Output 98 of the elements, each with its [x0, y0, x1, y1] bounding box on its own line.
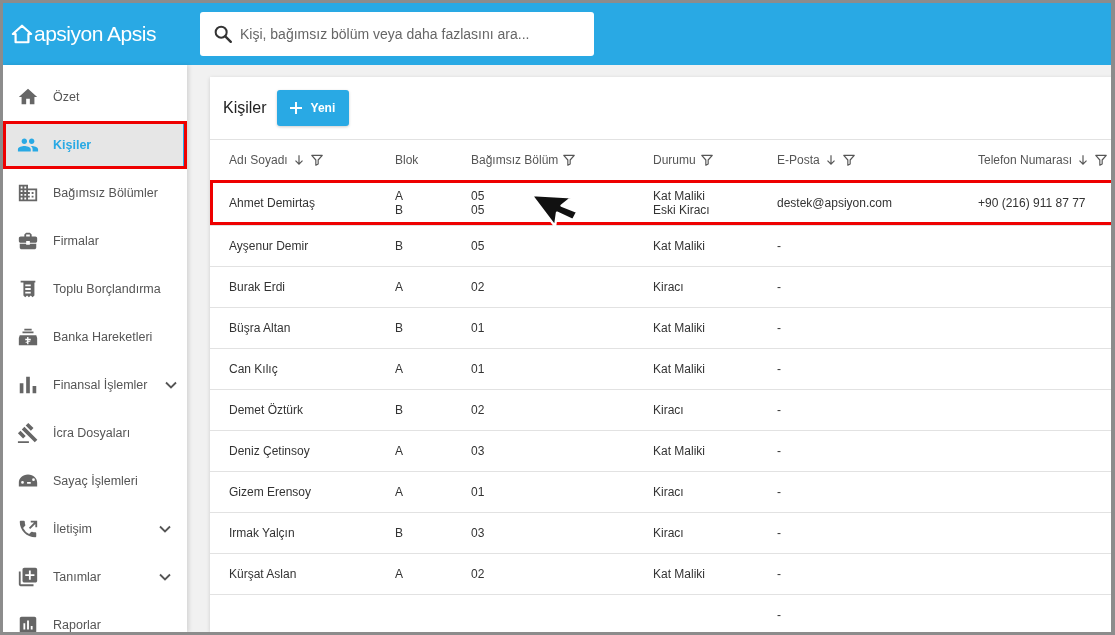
table-cell: Burak Erdi [229, 280, 286, 294]
table-cell: A [395, 485, 403, 499]
table-cell: 02 [471, 403, 485, 417]
table-cell: Ayşenur Demir [229, 239, 309, 253]
search-icon [212, 23, 234, 45]
column-header[interactable]: E-Posta [777, 153, 820, 167]
sidebar-item[interactable]: Sayaç İşlemleri [3, 457, 187, 505]
table-row[interactable]: Ahmet Demirtaş A B 05 05 Kat Maliki Eski Kiracı destek@apsiyon.com +90 (216) 911 87 77 [210, 180, 1111, 225]
coin-stack-icon [17, 326, 39, 348]
page-title: Kişiler [223, 99, 267, 117]
table-row[interactable]: Büşra Altan B 01 Kat Maliki - [210, 307, 1111, 348]
table-cell: - [777, 444, 781, 458]
bar-chart-icon [17, 374, 39, 396]
column-header[interactable]: Telefon Numarası [978, 153, 1073, 167]
filter-icon[interactable] [562, 153, 577, 167]
sidebar-item[interactable]: Bağımsız Bölümler [3, 169, 187, 217]
sidebar-item[interactable]: Tanımlar [3, 553, 187, 601]
filter-icon[interactable] [1094, 153, 1109, 167]
table-cell: Gizem Erensoy [229, 485, 312, 499]
column-header[interactable]: Bağımsız Bölüm [471, 153, 559, 167]
table-cell: 05 [471, 239, 485, 253]
building-icon [17, 182, 39, 204]
table-cell: Kat Maliki Eski Kiracı [653, 189, 710, 217]
briefcase-icon [17, 230, 39, 252]
table-cell: B [395, 239, 403, 253]
table-cell: 03 [471, 526, 485, 540]
table-cell: 01 [471, 321, 485, 335]
table-cell: - [777, 526, 781, 540]
table-cell: Kat Maliki [653, 239, 705, 253]
table-cell: 01 [471, 485, 485, 499]
table-cell: 02 [471, 567, 485, 581]
table-row[interactable]: Burak Erdi A 02 Kiracı - [210, 266, 1111, 307]
table-cell: Kat Maliki [653, 567, 705, 581]
table-cell: Kiracı [653, 526, 684, 540]
table-cell: +90 (216) 911 87 77 [978, 196, 1086, 210]
table-cell: Kat Maliki [653, 321, 705, 335]
table-row[interactable]: - [210, 594, 1111, 632]
gavel-icon [17, 422, 39, 444]
table-cell: Demet Öztürk [229, 403, 303, 417]
table-cell: B [395, 526, 403, 540]
table-cell: Kürşat Aslan [229, 567, 297, 581]
table-cell: 05 05 [471, 189, 485, 217]
filter-icon[interactable] [309, 153, 324, 167]
filter-icon[interactable] [699, 153, 714, 167]
sidebar-item[interactable]: Banka Hareketleri [3, 313, 187, 361]
table-cell: Kiracı [653, 280, 684, 294]
table-cell: Kiracı [653, 403, 684, 417]
table-cell: Kat Maliki [653, 444, 705, 458]
table-cell: - [777, 485, 781, 499]
table-cell: 01 [471, 362, 485, 376]
report-icon [17, 614, 39, 632]
filter-icon[interactable] [841, 153, 856, 167]
table-row[interactable]: Demet Öztürk B 02 Kiracı - [210, 389, 1111, 430]
column-header[interactable]: Blok [395, 153, 419, 167]
table-row[interactable]: Deniz Çetinsoy A 03 Kat Maliki - [210, 430, 1111, 471]
table-cell: Can Kılıç [229, 362, 278, 376]
table-cell: - [777, 608, 781, 622]
table-row[interactable]: Gizem Erensoy A 01 Kiracı - [210, 471, 1111, 512]
table-cell: 03 [471, 444, 485, 458]
sidebar-item[interactable]: İcra Dosyaları [3, 409, 187, 457]
table-cell: - [777, 403, 781, 417]
table-cell: A [395, 567, 403, 581]
table-row[interactable]: Can Kılıç A 01 Kat Maliki - [210, 348, 1111, 389]
table-cell: Kiracı [653, 485, 684, 499]
table-cell: A B [395, 189, 403, 217]
table-row[interactable]: Irmak Yalçın B 03 Kiracı - [210, 512, 1111, 553]
table-cell: A [395, 362, 403, 376]
sidebar-item[interactable]: Finansal İşlemler [3, 361, 187, 409]
add-box-icon [17, 566, 39, 588]
table-cell: - [777, 239, 781, 253]
table-cell: destek@apsiyon.com [777, 196, 892, 210]
table-cell: Deniz Çetinsoy [229, 444, 310, 458]
table-row[interactable]: Ayşenur Demir B 05 Kat Maliki - [210, 225, 1111, 266]
table-cell: Ahmet Demirtaş [229, 196, 316, 210]
table-cell: Irmak Yalçın [229, 526, 295, 540]
table-cell: - [777, 567, 781, 581]
column-header[interactable]: Durumu [653, 153, 696, 167]
app-logo-text: apsiyon Apsis [34, 22, 156, 46]
search-field[interactable]: Kişi, bağımsız bölüm veya daha fazlasını ara... [200, 12, 594, 56]
house-logo-icon [11, 23, 33, 45]
sidebar-item[interactable]: Toplu Borçlandırma [3, 265, 187, 313]
table-cell: Büşra Altan [229, 321, 291, 335]
sidebar-item[interactable]: İletişim [3, 505, 187, 553]
table-cell: A [395, 444, 403, 458]
table-cell: - [777, 280, 781, 294]
table-cell: - [777, 321, 781, 335]
column-header[interactable]: Adı Soyadı [229, 153, 288, 167]
table-cell: Kat Maliki [653, 362, 705, 376]
phone-icon [17, 518, 39, 540]
table-cell: B [395, 321, 403, 335]
sidebar-item[interactable]: Firmalar [3, 217, 187, 265]
table-cell: A [395, 280, 403, 294]
table-cell: 02 [471, 280, 485, 294]
sidebar-item[interactable]: Raporlar [3, 601, 187, 632]
sidebar-item[interactable]: Özet [3, 73, 187, 121]
table-cell: - [777, 362, 781, 376]
table-cell: B [395, 403, 403, 417]
table-row[interactable]: Kürşat Aslan A 02 Kat Maliki - [210, 553, 1111, 594]
